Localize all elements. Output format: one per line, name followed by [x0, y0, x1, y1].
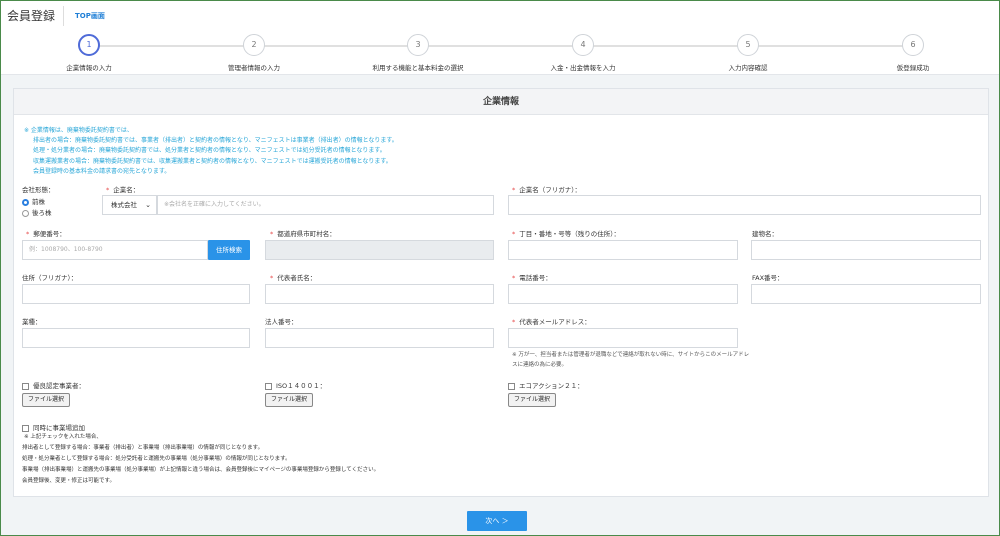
top-page-link[interactable]: TOP画面	[75, 11, 105, 21]
notice-line: 収集運搬業者の場合：廃棄物委託契約書では、収集運搬業者と契約者の情報となり、マニ…	[33, 157, 392, 165]
step-circle: 2	[243, 34, 265, 56]
iso-checkbox[interactable]: ISO１４００１：	[265, 380, 326, 390]
chevron-down-icon: ⌄	[145, 201, 151, 209]
notice-line: 排出者の場合：廃棄物委託契約書では、事業者（排出者）と契約者の情報となり、マニフ…	[33, 137, 398, 145]
prefecture-input	[265, 240, 494, 260]
radio-before-label: 前株	[32, 198, 45, 206]
excellent-file-select-button[interactable]: ファイル選択	[22, 393, 71, 407]
radio-before-option[interactable]: 前株	[22, 196, 45, 206]
eco-action-checkbox[interactable]: エコアクション２１：	[508, 380, 584, 390]
eco-file-select-button[interactable]: ファイル選択	[508, 393, 557, 407]
company-kana-label: * 企業名（フリガナ）：	[512, 186, 581, 194]
step-1: 1 企業情報の入力	[0, 34, 179, 72]
step-circle: 1	[78, 34, 100, 56]
radio-selected-icon[interactable]	[22, 198, 29, 206]
simultaneous-notes: ※ 上記チェックを入れた場合、 排出者として登録する場合：事業者（排出者）と事業…	[22, 432, 379, 487]
card-title: 企業情報	[14, 89, 988, 115]
company-name-input[interactable]: ※会社名を正確に入力してください。	[157, 195, 494, 215]
industry-label: 業種：	[22, 318, 42, 326]
step-circle: 4	[572, 34, 594, 56]
checkbox-icon	[265, 382, 272, 390]
step-5: 5 入力内容確認	[658, 34, 838, 72]
step-circle: 3	[407, 34, 429, 56]
radio-after-label: 後ろ株	[32, 209, 52, 217]
step-label: 入力内容確認	[728, 64, 768, 72]
representative-label: * 代表者氏名：	[270, 274, 317, 282]
note-line: 処理・処分業者として登録する場合：処分受託者と運搬先の事業場（処分事業場）の情報…	[22, 456, 291, 462]
step-6: 6 仮登録成功	[823, 34, 1000, 72]
title-divider	[63, 6, 64, 26]
building-input[interactable]	[751, 240, 981, 260]
phone-input[interactable]	[508, 284, 738, 304]
fax-label: FAX番号：	[752, 274, 784, 282]
excellent-operator-checkbox[interactable]: 優良認定事業者：	[22, 380, 85, 390]
prefecture-label: * 都道府県市町村名：	[270, 230, 336, 238]
note-line: ※ 上記チェックを入れた場合、	[24, 434, 102, 440]
street-label: * 丁目・番地・号等（残りの住所）：	[512, 230, 620, 238]
notice-text: ※ 企業情報は、廃棄物委託契約書では、 排出者の場合：廃棄物委託契約書では、事業…	[24, 126, 398, 177]
iso-file-select-button[interactable]: ファイル選択	[265, 393, 314, 407]
note-line: 会員登録後、変更・修正は可能です。	[22, 478, 115, 484]
next-button[interactable]: 次へ ＞	[467, 511, 527, 531]
fax-input[interactable]	[751, 284, 981, 304]
address-kana-label: 住所（フリガナ）：	[22, 274, 78, 282]
step-circle: 6	[902, 34, 924, 56]
step-2: 2 管理者情報の入力	[164, 34, 344, 72]
simultaneous-site-checkbox[interactable]: 同時に事業場追加	[22, 422, 85, 432]
rep-email-label: * 代表者メールアドレス：	[512, 318, 591, 326]
company-type-value: 株式会社	[111, 201, 137, 209]
notice-line: 処理・処分業者の場合：廃棄物委託契約書では、処分業者と契約者の情報となり、マニフ…	[33, 147, 386, 155]
note-line: 事業場（排出事業場）と運搬先の事業場（処分事業場）が上記情報と違う場合は、会員登…	[22, 467, 380, 473]
checkbox-icon	[508, 382, 515, 390]
phone-label: * 電話番号：	[512, 274, 552, 282]
notice-line: 会員登録時の基本料金の請求書の宛先となります。	[33, 167, 171, 175]
email-note: ※ 万が一、担当者または管理者が退職などで連絡が取れない時に、サイトからこのメー…	[512, 352, 750, 368]
top-bar: 会員登録 TOP画面	[1, 1, 999, 31]
industry-input[interactable]	[22, 328, 250, 348]
street-input[interactable]	[508, 240, 738, 260]
step-3: 3 利用する機能と基本料金の選択	[328, 34, 508, 72]
company-kana-input[interactable]	[508, 195, 981, 215]
step-4: 4 入金・出金情報を入力	[493, 34, 673, 72]
company-name-label: * 企業名：	[106, 186, 140, 194]
address-search-button[interactable]: 住所検索	[208, 240, 250, 260]
building-label: 建物名：	[752, 230, 778, 238]
company-type-select[interactable]: 株式会社 ⌄	[102, 195, 157, 215]
step-label: 企業情報の入力	[66, 64, 112, 72]
corp-number-label: 法人番号：	[265, 318, 298, 326]
progress-stepper: 1 企業情報の入力 2 管理者情報の入力 3 利用する機能と基本料金の選択 4 …	[1, 31, 999, 75]
step-circle: 5	[737, 34, 759, 56]
notice-line: ※ 企業情報は、廃棄物委託契約書では、	[24, 127, 133, 134]
radio-after-option[interactable]: 後ろ株	[22, 207, 52, 217]
company-info-card: 企業情報 ※ 企業情報は、廃棄物委託契約書では、 排出者の場合：廃棄物委託契約書…	[13, 88, 989, 497]
step-label: 仮登録成功	[896, 64, 930, 72]
postal-label: * 郵便番号：	[26, 230, 66, 238]
radio-unselected-icon[interactable]	[22, 209, 29, 217]
representative-input[interactable]	[265, 284, 494, 304]
postal-code-input[interactable]: 例：1008790、100-8790	[22, 240, 208, 260]
step-label: 管理者情報の入力	[228, 64, 280, 72]
rep-email-input[interactable]	[508, 328, 738, 348]
checkbox-icon	[22, 424, 29, 432]
corp-number-input[interactable]	[265, 328, 494, 348]
step-label: 入金・出金情報を入力	[550, 64, 616, 72]
step-label: 利用する機能と基本料金の選択	[372, 64, 464, 72]
address-kana-input[interactable]	[22, 284, 250, 304]
company-form-label: 会社形態：	[22, 186, 55, 194]
checkbox-icon	[22, 382, 29, 390]
note-line: 排出者として登録する場合：事業者（排出者）と事業場（排出事業場）の情報が同じとな…	[22, 445, 264, 451]
page-title: 会員登録	[7, 9, 56, 23]
